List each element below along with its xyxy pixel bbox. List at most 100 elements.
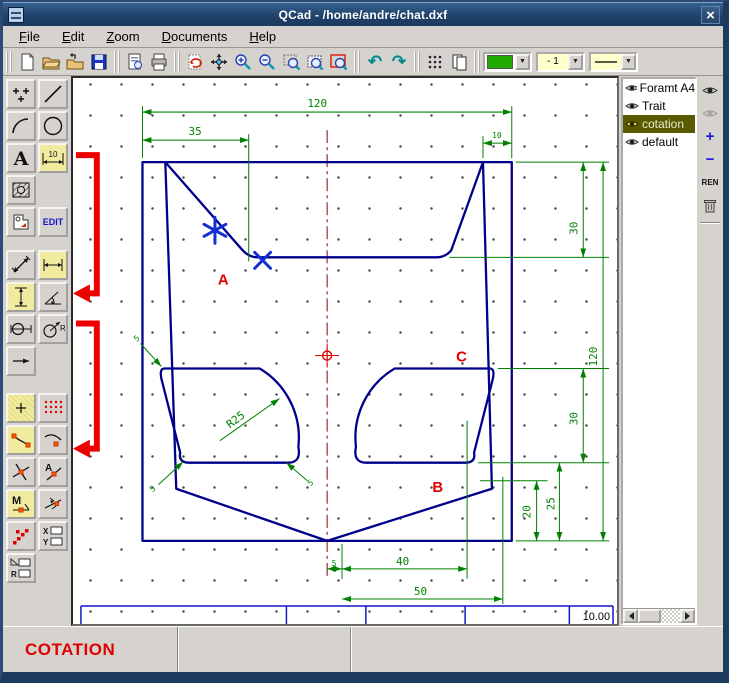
circle-tool[interactable] [38,111,68,141]
svg-text:R25: R25 [224,409,248,431]
dimension-tool[interactable]: 10 [38,143,68,173]
annotation-arrows [73,155,97,458]
layer-row[interactable]: default [623,133,695,151]
leader-tool[interactable] [6,346,36,376]
toolbar-handle[interactable] [174,51,180,73]
zoom-out-icon[interactable] [255,50,279,74]
drawing-area[interactable]: 120 35 10 30 120 30 20 25 5 40 50 R25 5 … [71,76,619,626]
toolbar-handle[interactable] [114,51,120,73]
layer-hide-button[interactable] [699,103,721,123]
toolbar-handle[interactable] [354,51,360,73]
origin-mark [315,343,339,367]
scroll-right-button[interactable] [680,609,695,623]
svg-text:Y: Y [43,538,49,547]
dim-radius-tool[interactable]: R [38,314,68,344]
save-icon[interactable] [87,50,111,74]
layer-list[interactable]: Foramt A4 Trait cotation default [623,79,695,608]
toolbar-handle[interactable] [6,51,12,73]
print-icon[interactable] [147,50,171,74]
layer-row[interactable]: Foramt A4 [623,79,695,97]
snap-intersection-tool[interactable] [6,457,36,487]
snap-grid-tool[interactable] [38,393,68,423]
svg-text:R: R [11,570,17,579]
grid-toggle-icon[interactable] [423,50,447,74]
redo-icon[interactable]: ↷ [387,50,411,74]
layer-add-button[interactable]: + [699,126,721,146]
dim-aligned-tool[interactable] [6,250,36,280]
zoom-in-icon[interactable] [231,50,255,74]
layer-panel: Foramt A4 Trait cotation default [619,76,723,626]
menu-bar: File Edit Zoom Documents Help [3,26,723,48]
line-style-select[interactable]: ▼ [589,52,638,72]
menu-documents[interactable]: Documents [158,28,232,45]
eye-icon[interactable] [625,101,639,111]
dim-vertical-tool[interactable] [6,282,36,312]
points-tool[interactable] [6,79,36,109]
new-file-icon[interactable] [15,50,39,74]
print-preview-icon[interactable] [123,50,147,74]
chevron-down-icon[interactable]: ▼ [621,54,636,70]
zoom-select-icon[interactable] [303,50,327,74]
menu-help[interactable]: Help [245,28,280,45]
title-bar[interactable]: QCad - /home/andre/chat.dxf × [3,2,723,26]
layer-remove-button[interactable]: − [699,149,721,169]
redraw-icon[interactable] [183,50,207,74]
zoom-window-icon[interactable] [279,50,303,74]
scroll-track[interactable] [638,609,680,623]
line-tool[interactable] [38,79,68,109]
text-tool[interactable]: A [6,143,36,173]
dim-angular-tool[interactable] [38,282,68,312]
edit-tool[interactable]: EDIT [38,207,68,237]
scroll-left-button[interactable] [623,609,638,623]
layer-list-hscrollbar[interactable] [623,608,695,623]
scroll-thumb[interactable] [638,609,661,623]
arc-tool[interactable] [6,111,36,141]
zoom-previous-icon[interactable] [327,50,351,74]
layer-rename-button[interactable]: REN [699,172,721,192]
snap-distance-tool[interactable] [38,489,68,519]
snap-middle-tool[interactable]: M [6,489,36,519]
menu-file[interactable]: File [15,28,44,45]
undo-icon[interactable]: ↶ [363,50,387,74]
menu-edit[interactable]: Edit [58,28,88,45]
coord-polar-tool[interactable]: R [6,553,36,583]
snap-endpoint-tool[interactable] [6,425,36,455]
toolbar-handle[interactable] [414,51,420,73]
layer-delete-button[interactable] [699,195,721,215]
dimension-labels: 120 35 10 30 120 30 20 25 5 40 50 R25 5 … [132,97,600,598]
drawing-canvas[interactable]: 120 35 10 30 120 30 20 25 5 40 50 R25 5 … [73,78,617,624]
open-file-icon[interactable] [39,50,63,74]
eye-icon[interactable] [625,83,637,93]
svg-text:5: 5 [332,559,337,568]
import-icon[interactable] [63,50,87,74]
svg-text:A: A [218,271,229,288]
main-toolbar: ↶ ↷ ▼ - 1 ▼ ▼ [3,48,723,76]
snap-free-tool[interactable] [6,393,36,423]
hatch-tool[interactable] [6,175,36,205]
zoom-pan-icon[interactable] [207,50,231,74]
layer-row-selected[interactable]: cotation [623,115,695,133]
close-button[interactable]: × [701,6,720,24]
menu-zoom[interactable]: Zoom [102,28,143,45]
svg-text:10: 10 [49,150,58,159]
snap-auto-tool[interactable]: A [38,457,68,487]
snap-points-tool[interactable] [6,521,36,551]
eye-icon[interactable] [625,137,639,147]
svg-text:5: 5 [132,334,142,344]
dim-horizontal-tool[interactable] [38,250,68,280]
svg-text:40: 40 [396,555,409,568]
layer-row[interactable]: Trait [623,97,695,115]
toolbar-handle[interactable] [474,51,480,73]
coord-cartesian-tool[interactable]: XY [38,521,68,551]
layer-show-button[interactable] [699,80,721,100]
chevron-down-icon[interactable]: ▼ [515,54,530,70]
layers-view-icon[interactable] [447,50,471,74]
eye-icon[interactable] [625,119,639,129]
snap-entity-tool[interactable] [38,425,68,455]
line-width-select[interactable]: - 1 ▼ [536,52,585,72]
edit-shape-tool[interactable] [6,207,36,237]
color-select[interactable]: ▼ [483,52,532,72]
dim-diameter-tool[interactable] [6,314,36,344]
chevron-down-icon[interactable]: ▼ [568,54,583,70]
svg-text:20: 20 [521,505,534,518]
